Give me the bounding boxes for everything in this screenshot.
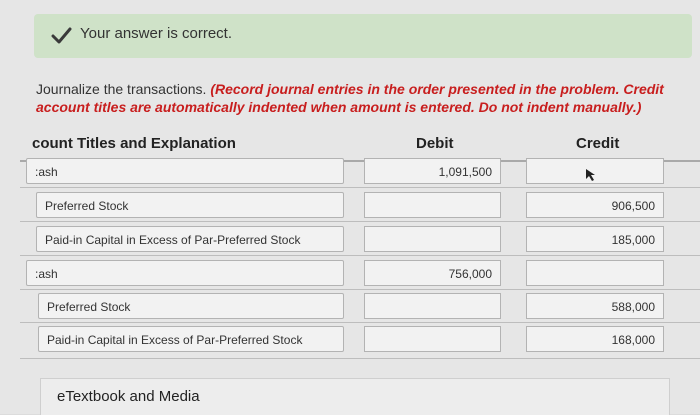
account-text: :ash xyxy=(35,165,58,179)
credit-field[interactable]: 588,000 xyxy=(526,293,664,319)
credit-field[interactable] xyxy=(526,260,664,286)
credit-value: 168,000 xyxy=(611,333,655,347)
journal-table: count Titles and Explanation Debit Credi… xyxy=(0,128,700,368)
instructions-text: Journalize the transactions. xyxy=(36,81,211,97)
debit-value: 1,091,500 xyxy=(438,165,492,179)
debit-field[interactable] xyxy=(364,192,501,218)
account-text: Paid-in Capital in Excess of Par-Preferr… xyxy=(47,333,303,347)
mouse-cursor-icon xyxy=(586,169,595,181)
account-field[interactable]: Preferred Stock xyxy=(36,192,344,218)
row-divider xyxy=(20,221,700,222)
credit-value: 906,500 xyxy=(611,199,655,213)
account-field[interactable]: Paid-in Capital in Excess of Par-Preferr… xyxy=(36,226,344,252)
header-debit: Debit xyxy=(416,135,454,152)
account-field[interactable]: :ash xyxy=(26,260,344,286)
debit-field[interactable] xyxy=(364,226,501,252)
row-divider xyxy=(20,187,700,188)
account-field[interactable]: Preferred Stock xyxy=(38,293,344,319)
header-account-titles: count Titles and Explanation xyxy=(32,135,236,152)
account-field[interactable]: :ash xyxy=(26,158,344,184)
debit-value: 756,000 xyxy=(448,267,492,281)
etextbook-section[interactable]: eTextbook and Media xyxy=(40,378,670,415)
header-credit: Credit xyxy=(576,135,620,152)
account-field[interactable]: Paid-in Capital in Excess of Par-Preferr… xyxy=(38,326,344,352)
debit-field[interactable]: 756,000 xyxy=(364,260,501,286)
credit-value: 588,000 xyxy=(611,300,655,314)
instructions: Journalize the transactions. (Record jou… xyxy=(36,80,676,116)
check-icon xyxy=(51,27,72,44)
credit-field[interactable]: 906,500 xyxy=(526,192,664,218)
account-text: Paid-in Capital in Excess of Par-Preferr… xyxy=(45,233,301,247)
account-text: :ash xyxy=(35,267,58,281)
credit-field[interactable]: 185,000 xyxy=(526,226,664,252)
row-divider xyxy=(20,255,700,256)
debit-field[interactable] xyxy=(364,326,501,352)
row-divider xyxy=(20,358,700,359)
row-divider xyxy=(20,289,700,290)
debit-field[interactable] xyxy=(364,293,501,319)
credit-field[interactable]: 168,000 xyxy=(526,326,664,352)
etextbook-label: eTextbook and Media xyxy=(57,388,200,405)
credit-value: 185,000 xyxy=(611,233,655,247)
row-divider xyxy=(20,322,700,323)
debit-field[interactable]: 1,091,500 xyxy=(364,158,501,184)
page: Your answer is correct. Journalize the t… xyxy=(0,0,700,415)
account-text: Preferred Stock xyxy=(45,199,129,213)
banner-message: Your answer is correct. xyxy=(80,25,233,42)
account-text: Preferred Stock xyxy=(47,300,131,314)
